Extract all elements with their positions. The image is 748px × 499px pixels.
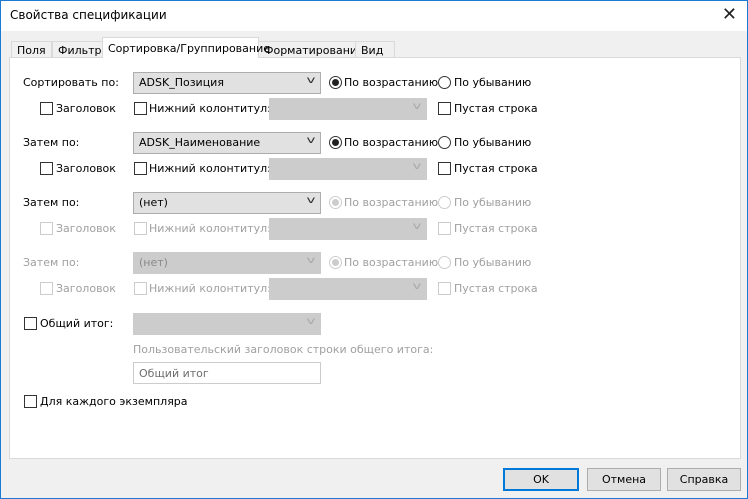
sort-field-value: ADSK_Позиция bbox=[139, 76, 224, 89]
chevron-down-icon: v bbox=[306, 135, 316, 146]
sort-field-value: ADSK_Наименование bbox=[139, 136, 261, 149]
tab-fields[interactable]: Поля bbox=[11, 41, 52, 58]
blank-line-label: Пустая строка bbox=[454, 282, 538, 295]
custom-title-input[interactable]: Общий итог bbox=[133, 362, 321, 384]
blank-line-checkbox[interactable] bbox=[438, 222, 451, 235]
chevron-down-icon: v bbox=[412, 101, 422, 112]
dialog-window: Свойства спецификации ✕ Поля Фильтр Сорт… bbox=[0, 0, 748, 499]
sort-field-combo[interactable]: (нет) v bbox=[133, 192, 321, 214]
footer-combo[interactable]: v bbox=[269, 218, 427, 240]
sort-field-value: (нет) bbox=[139, 196, 168, 209]
descending-label: По убыванию bbox=[454, 76, 532, 89]
chevron-down-icon: v bbox=[306, 75, 316, 86]
descending-radio[interactable] bbox=[438, 136, 451, 149]
footer-checkbox[interactable] bbox=[134, 102, 147, 115]
chevron-down-icon: v bbox=[306, 255, 316, 266]
chevron-down-icon: v bbox=[306, 195, 316, 206]
ascending-label: По возрастанию bbox=[344, 196, 439, 209]
ascending-radio[interactable] bbox=[329, 136, 342, 149]
close-icon[interactable]: ✕ bbox=[722, 4, 737, 25]
sort-field-combo[interactable]: (нет) v bbox=[133, 252, 321, 274]
cancel-button[interactable]: Отмена bbox=[587, 468, 661, 491]
descending-radio[interactable] bbox=[438, 76, 451, 89]
tab-sorting-grouping[interactable]: Сортировка/Группирование bbox=[102, 37, 270, 58]
tab-filter[interactable]: Фильтр bbox=[52, 41, 108, 58]
descending-label: По убыванию bbox=[454, 256, 532, 269]
descending-radio[interactable] bbox=[438, 256, 451, 269]
chevron-down-icon: v bbox=[306, 316, 316, 327]
chevron-down-icon: v bbox=[412, 281, 422, 292]
itemize-checkbox[interactable] bbox=[24, 395, 37, 408]
sort-by-label: Затем по: bbox=[23, 256, 80, 269]
ascending-radio[interactable] bbox=[329, 196, 342, 209]
chevron-down-icon: v bbox=[412, 161, 422, 172]
footer-combo[interactable]: v bbox=[269, 278, 427, 300]
blank-line-label: Пустая строка bbox=[454, 162, 538, 175]
ascending-radio[interactable] bbox=[329, 76, 342, 89]
header-label: Заголовок bbox=[56, 282, 116, 295]
blank-line-checkbox[interactable] bbox=[438, 162, 451, 175]
itemize-label: Для каждого экземпляра bbox=[40, 395, 188, 408]
footer-checkbox[interactable] bbox=[134, 222, 147, 235]
blank-line-checkbox[interactable] bbox=[438, 282, 451, 295]
tab-appearance[interactable]: Вид bbox=[355, 41, 395, 58]
sort-by-label: Затем по: bbox=[23, 136, 80, 149]
title-bar: Свойства спецификации ✕ bbox=[1, 1, 747, 31]
tab-formatting[interactable]: Форматирование bbox=[258, 41, 370, 58]
header-checkbox[interactable] bbox=[40, 162, 53, 175]
header-checkbox[interactable] bbox=[40, 102, 53, 115]
ascending-label: По возрастанию bbox=[344, 76, 439, 89]
help-button[interactable]: Справка bbox=[667, 468, 741, 491]
sort-field-combo[interactable]: ADSK_Позиция v bbox=[133, 72, 321, 94]
descending-label: По убыванию bbox=[454, 196, 532, 209]
blank-line-checkbox[interactable] bbox=[438, 102, 451, 115]
header-checkbox[interactable] bbox=[40, 282, 53, 295]
sorting-panel: Общий итог: v Пользовательский заголовок… bbox=[9, 57, 741, 459]
ascending-radio[interactable] bbox=[329, 256, 342, 269]
custom-title-label: Пользовательский заголовок строки общего… bbox=[133, 343, 434, 356]
footer-checkbox[interactable] bbox=[134, 162, 147, 175]
footer-combo[interactable]: v bbox=[269, 158, 427, 180]
footer-combo[interactable]: v bbox=[269, 98, 427, 120]
grand-total-checkbox[interactable] bbox=[24, 317, 37, 330]
chevron-down-icon: v bbox=[412, 221, 422, 232]
footer-label: Нижний колонтитул: bbox=[149, 282, 271, 295]
sort-by-label: Затем по: bbox=[23, 196, 80, 209]
sort-field-value: (нет) bbox=[139, 256, 168, 269]
blank-line-label: Пустая строка bbox=[454, 222, 538, 235]
header-label: Заголовок bbox=[56, 102, 116, 115]
ok-button[interactable]: OK bbox=[503, 468, 579, 491]
footer-label: Нижний колонтитул: bbox=[149, 222, 271, 235]
ascending-label: По возрастанию bbox=[344, 256, 439, 269]
footer-label: Нижний колонтитул: bbox=[149, 102, 271, 115]
footer-label: Нижний колонтитул: bbox=[149, 162, 271, 175]
descending-radio[interactable] bbox=[438, 196, 451, 209]
sort-by-label: Сортировать по: bbox=[23, 76, 119, 89]
header-label: Заголовок bbox=[56, 162, 116, 175]
descending-label: По убыванию bbox=[454, 136, 532, 149]
ascending-label: По возрастанию bbox=[344, 136, 439, 149]
grand-total-combo[interactable]: v bbox=[133, 313, 321, 335]
footer-checkbox[interactable] bbox=[134, 282, 147, 295]
header-checkbox[interactable] bbox=[40, 222, 53, 235]
dialog-title: Свойства спецификации bbox=[10, 8, 167, 22]
header-label: Заголовок bbox=[56, 222, 116, 235]
blank-line-label: Пустая строка bbox=[454, 102, 538, 115]
sort-field-combo[interactable]: ADSK_Наименование v bbox=[133, 132, 321, 154]
grand-total-label: Общий итог: bbox=[40, 317, 114, 330]
